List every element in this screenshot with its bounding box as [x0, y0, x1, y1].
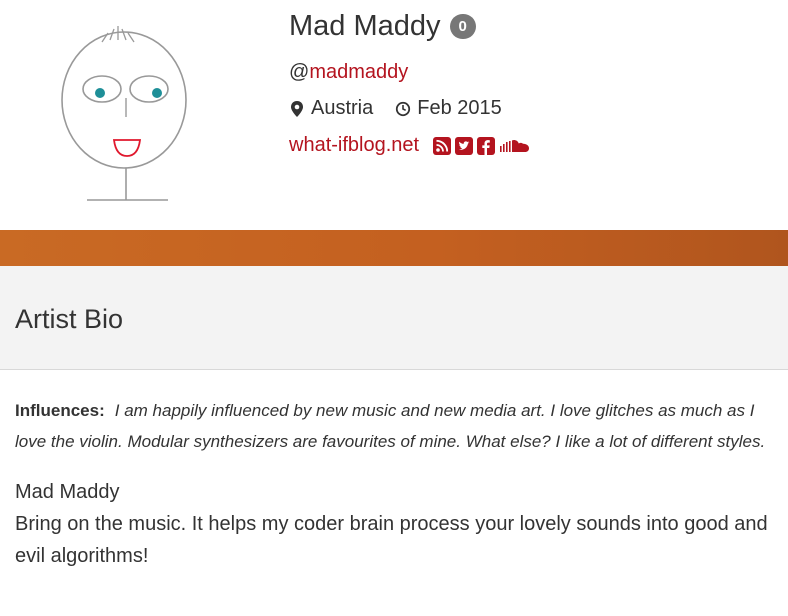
website-link[interactable]: what-ifblog.net [289, 134, 419, 157]
profile-name: Mad Maddy [289, 9, 441, 42]
influences-text: I am happily influenced by new music and… [15, 401, 766, 451]
joined-date: Feb 2015 [417, 97, 502, 119]
profile-handle[interactable]: @madmaddy [289, 61, 535, 84]
soundcloud-icon[interactable] [499, 137, 531, 155]
facebook-icon[interactable] [477, 136, 496, 155]
artist-bio: Influences: I am happily influenced by ne… [15, 395, 775, 572]
map-marker-icon [291, 100, 303, 117]
panel-title: Artist Bio [15, 304, 124, 334]
color-banner [0, 230, 788, 266]
rss-icon[interactable] [433, 136, 452, 155]
handle-prefix: @ [289, 61, 310, 83]
count-badge: 0 [449, 13, 476, 39]
artist-description: Bring on the music. It helps my coder br… [15, 513, 768, 567]
profile-header: Mad Maddy 0 @madmaddy Austria Feb 2015 w… [0, 0, 788, 230]
avatar [61, 26, 187, 201]
influences-label: Influences: [15, 401, 105, 420]
clock-icon [396, 101, 411, 116]
handle-link[interactable]: madmaddy [309, 61, 408, 83]
influences-paragraph: Influences: I am happily influenced by ne… [15, 395, 775, 457]
twitter-icon[interactable] [455, 136, 474, 155]
panel-heading: Artist Bio [0, 266, 788, 370]
artist-name: Mad Maddy [15, 481, 120, 503]
location-text: Austria [311, 97, 374, 119]
